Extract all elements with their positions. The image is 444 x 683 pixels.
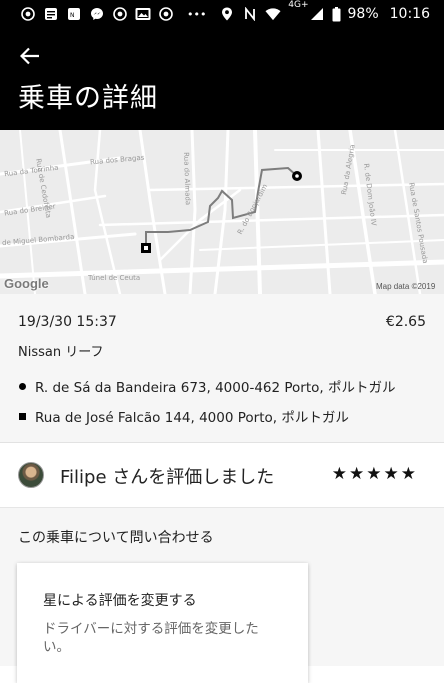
svg-text:N: N bbox=[70, 12, 75, 19]
app-header: 乗車の詳細 bbox=[0, 28, 444, 130]
help-card-title: 星による評価を変更する bbox=[43, 593, 197, 609]
dropoff-address: Rua de José Falcão 144, 4000 Porto, ポルトガ… bbox=[35, 410, 349, 426]
chrome-icon bbox=[158, 6, 174, 22]
street-label: Túnel de Ceuta bbox=[88, 274, 141, 282]
star-rating: ★★★★★ bbox=[331, 464, 418, 484]
messenger-icon bbox=[89, 6, 105, 22]
chrome-icon bbox=[20, 6, 36, 22]
help-section: この乗車について問い合わせる 星による評価を変更する ドライバーに対する評価を変… bbox=[0, 508, 444, 683]
change-rating-card[interactable]: 星による評価を変更する ドライバーに対する評価を変更したい。 bbox=[17, 563, 308, 683]
trip-datetime: 19/3/30 15:37 bbox=[18, 314, 117, 330]
status-bar: N ••• 4G+ 98% 10:16 bbox=[0, 0, 444, 28]
wifi-icon bbox=[265, 6, 281, 22]
driver-avatar bbox=[18, 462, 44, 488]
trip-vehicle: Nissan リーフ bbox=[18, 345, 104, 360]
news-icon bbox=[43, 6, 59, 22]
google-logo: Google bbox=[4, 276, 49, 291]
pickup-address: R. de Sá da Bandeira 673, 4000-462 Porto… bbox=[35, 380, 396, 396]
gallery-icon bbox=[135, 6, 151, 22]
battery-icon bbox=[332, 6, 341, 22]
help-section-title: この乗車について問い合わせる bbox=[18, 530, 214, 546]
battery-percentage: 98% bbox=[347, 6, 379, 22]
map-streets bbox=[0, 130, 444, 294]
trip-summary: 19/3/30 15:37 €2.65 Nissan リーフ R. de Sá … bbox=[0, 294, 444, 443]
dropoff-address-row: Rua de José Falcão 144, 4000 Porto, ポルトガ… bbox=[18, 406, 349, 426]
network-type-label: 4G+ bbox=[288, 0, 309, 10]
chrome-icon bbox=[112, 6, 128, 22]
signal-icon bbox=[309, 6, 325, 22]
trip-route-map[interactable]: Rua da Torrinha Rua dos Bragas Rua do Br… bbox=[0, 130, 444, 294]
back-button[interactable] bbox=[14, 42, 46, 70]
pickup-dot-icon bbox=[19, 382, 26, 390]
clock: 10:16 bbox=[389, 6, 430, 22]
arrow-left-icon bbox=[20, 47, 39, 65]
cell-signal: 4G+ bbox=[288, 0, 325, 22]
pickup-address-row: R. de Sá da Bandeira 673, 4000-462 Porto… bbox=[18, 376, 396, 396]
photos-icon: N bbox=[66, 6, 82, 22]
dropoff-square-icon bbox=[19, 412, 26, 420]
page-title: 乗車の詳細 bbox=[18, 83, 158, 114]
notification-icons: N ••• bbox=[0, 6, 206, 22]
help-card-description: ドライバーに対する評価を変更したい。 bbox=[43, 621, 259, 655]
driver-rating-row: Filipe さんを評価しました ★★★★★ bbox=[0, 443, 444, 508]
nfc-icon bbox=[242, 6, 258, 22]
location-icon bbox=[219, 6, 235, 22]
map-attribution: Map data ©2019 bbox=[376, 282, 436, 291]
trip-fare: €2.65 bbox=[385, 314, 426, 330]
rating-text: Filipe さんを評価しました bbox=[60, 467, 275, 488]
system-icons: 4G+ 98% 10:16 bbox=[219, 0, 444, 22]
more-notifications-icon: ••• bbox=[187, 7, 207, 21]
